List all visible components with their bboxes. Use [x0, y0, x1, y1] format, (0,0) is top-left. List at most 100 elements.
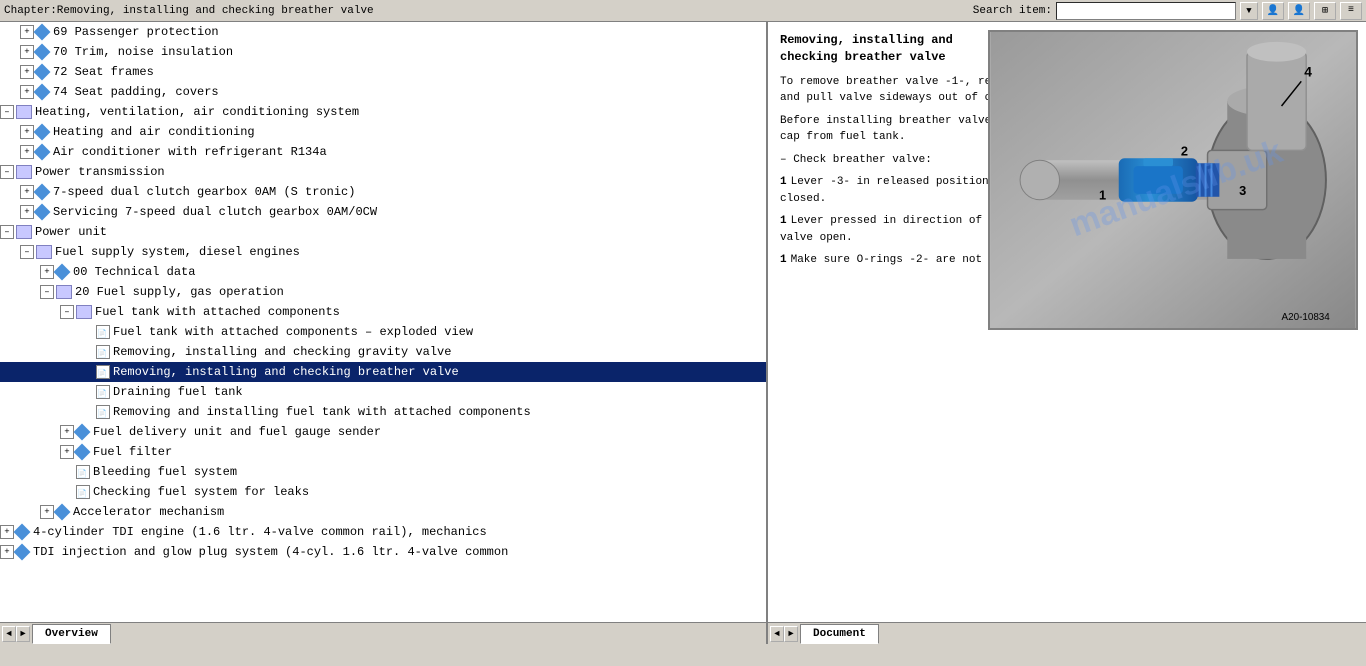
diamond-icon — [14, 544, 31, 561]
expand-icon[interactable]: – — [20, 245, 34, 259]
tree-item-breather[interactable]: 📄 Removing, installing and checking brea… — [0, 362, 766, 382]
search-label: Search item: — [973, 5, 1052, 17]
expand-icon[interactable]: – — [60, 305, 74, 319]
diamond-icon — [34, 144, 51, 161]
main-container: + 69 Passenger protection + 70 Trim, noi… — [0, 22, 1366, 644]
expand-icon[interactable]: + — [60, 445, 74, 459]
tree-label: Bleeding fuel system — [93, 463, 237, 481]
book-icon — [16, 165, 32, 179]
expand-icon[interactable]: + — [0, 545, 14, 559]
tree-item-removetank[interactable]: 📄 Removing and installing fuel tank with… — [0, 402, 766, 422]
book-icon — [56, 285, 72, 299]
content-area: Removing, installing andchecking breathe… — [768, 22, 1366, 622]
tree-item-74[interactable]: + 74 Seat padding, covers — [0, 82, 766, 102]
left-nav-arrows: ◄ ► — [0, 624, 32, 644]
nav-btn[interactable]: ⊞ — [1314, 2, 1336, 20]
overview-tab[interactable]: Overview — [32, 624, 111, 644]
expand-icon[interactable]: + — [20, 205, 34, 219]
search-area: Search item: ▼ 👤 👤 ⊞ ≡ — [973, 2, 1362, 20]
tree-item-bleeding[interactable]: 📄 Bleeding fuel system — [0, 462, 766, 482]
book-icon — [16, 225, 32, 239]
expand-icon[interactable]: + — [20, 145, 34, 159]
expand-icon[interactable]: – — [0, 105, 14, 119]
diamond-icon — [34, 24, 51, 41]
tree-label: Removing, installing and checking gravit… — [113, 343, 451, 361]
diamond-icon — [34, 84, 51, 101]
spacer — [80, 403, 94, 421]
user2-icon-btn[interactable]: 👤 — [1288, 2, 1310, 20]
search-dropdown[interactable]: ▼ — [1240, 2, 1258, 20]
doc-icon: 📄 — [76, 485, 90, 499]
tree-item-filter[interactable]: + Fuel filter — [0, 442, 766, 462]
search-input[interactable] — [1056, 2, 1236, 20]
tree-item-powerunit[interactable]: – Power unit — [0, 222, 766, 242]
expand-icon[interactable]: – — [40, 285, 54, 299]
tree-item-fuelsupply[interactable]: – Fuel supply system, diesel engines — [0, 242, 766, 262]
tree-label: Accelerator mechanism — [73, 503, 224, 521]
expand-icon[interactable]: – — [0, 165, 14, 179]
left-arrow-btn[interactable]: ◄ — [2, 626, 16, 642]
spacer — [80, 383, 94, 401]
right-nav-arrows: ◄ ► — [768, 624, 800, 644]
tree-item-72[interactable]: + 72 Seat frames — [0, 62, 766, 82]
right-left-arrow-btn[interactable]: ◄ — [770, 626, 784, 642]
tree-item-tdi[interactable]: + TDI injection and glow plug system (4-… — [0, 542, 766, 562]
expand-icon[interactable]: + — [20, 25, 34, 39]
tree-item-ac[interactable]: + Air conditioner with refrigerant R134a — [0, 142, 766, 162]
tree-item-gravity[interactable]: 📄 Removing, installing and checking grav… — [0, 342, 766, 362]
diamond-icon — [34, 64, 51, 81]
expand-icon[interactable]: + — [20, 45, 34, 59]
expand-icon[interactable]: + — [20, 85, 34, 99]
tree-item-heating[interactable]: + Heating and air conditioning — [0, 122, 766, 142]
doc-icon: 📄 — [96, 345, 110, 359]
tree-item-service7speed[interactable]: + Servicing 7-speed dual clutch gearbox … — [0, 202, 766, 222]
expand-icon[interactable]: + — [0, 525, 14, 539]
tree-label: 4-cylinder TDI engine (1.6 ltr. 4-valve … — [33, 523, 487, 541]
svg-text:2: 2 — [1181, 143, 1188, 158]
tree-item-draining[interactable]: 📄 Draining fuel tank — [0, 382, 766, 402]
expand-icon[interactable]: + — [20, 125, 34, 139]
right-bottom-bar: ◄ ► Document — [768, 622, 1366, 644]
diamond-icon — [34, 124, 51, 141]
right-right-arrow-btn[interactable]: ► — [784, 626, 798, 642]
tree-label: Power transmission — [35, 163, 165, 181]
tree-item-7speed[interactable]: + 7-speed dual clutch gearbox 0AM (S tro… — [0, 182, 766, 202]
svg-text:4: 4 — [1304, 63, 1312, 79]
tree-label: Heating and air conditioning — [53, 123, 255, 141]
tree-label: TDI injection and glow plug system (4-cy… — [33, 543, 508, 561]
tree-item-69[interactable]: + 69 Passenger protection — [0, 22, 766, 42]
tree-item-70[interactable]: + 70 Trim, noise insulation — [0, 42, 766, 62]
tree-item-20fuel[interactable]: – 20 Fuel supply, gas operation — [0, 282, 766, 302]
tree-item-delivery[interactable]: + Fuel delivery unit and fuel gauge send… — [0, 422, 766, 442]
tree-label: Checking fuel system for leaks — [93, 483, 309, 501]
expand-icon[interactable]: + — [40, 505, 54, 519]
tree-label: Draining fuel tank — [113, 383, 243, 401]
tree-scroll[interactable]: + 69 Passenger protection + 70 Trim, noi… — [0, 22, 766, 622]
tree-item-checking[interactable]: 📄 Checking fuel system for leaks — [0, 482, 766, 502]
svg-text:A20-10834: A20-10834 — [1282, 312, 1331, 323]
expand-icon[interactable]: + — [40, 265, 54, 279]
doc-icon: 📄 — [96, 385, 110, 399]
tree-item-fueltank[interactable]: – Fuel tank with attached components — [0, 302, 766, 322]
tree-label: Fuel tank with attached components – exp… — [113, 323, 473, 341]
diamond-icon — [14, 524, 31, 541]
menu-btn[interactable]: ≡ — [1340, 2, 1362, 20]
expand-icon[interactable]: + — [20, 185, 34, 199]
spacer — [80, 323, 94, 341]
tree-item-4cyl[interactable]: + 4-cylinder TDI engine (1.6 ltr. 4-valv… — [0, 522, 766, 542]
right-arrow-btn[interactable]: ► — [16, 626, 30, 642]
spacer — [60, 463, 74, 481]
tree-label: Fuel delivery unit and fuel gauge sender — [93, 423, 381, 441]
tree-item-hvac[interactable]: – Heating, ventilation, air conditioning… — [0, 102, 766, 122]
expand-icon[interactable]: – — [0, 225, 14, 239]
diamond-icon — [74, 424, 91, 441]
tree-item-powertrans[interactable]: – Power transmission — [0, 162, 766, 182]
tree-item-exploded[interactable]: 📄 Fuel tank with attached components – e… — [0, 322, 766, 342]
expand-icon[interactable]: + — [20, 65, 34, 79]
tree-item-accel[interactable]: + Accelerator mechanism — [0, 502, 766, 522]
tree-item-techdata[interactable]: + 00 Technical data — [0, 262, 766, 282]
user-icon-btn[interactable]: 👤 — [1262, 2, 1284, 20]
document-tab[interactable]: Document — [800, 624, 879, 644]
tree-label: Fuel supply system, diesel engines — [55, 243, 300, 261]
expand-icon[interactable]: + — [60, 425, 74, 439]
